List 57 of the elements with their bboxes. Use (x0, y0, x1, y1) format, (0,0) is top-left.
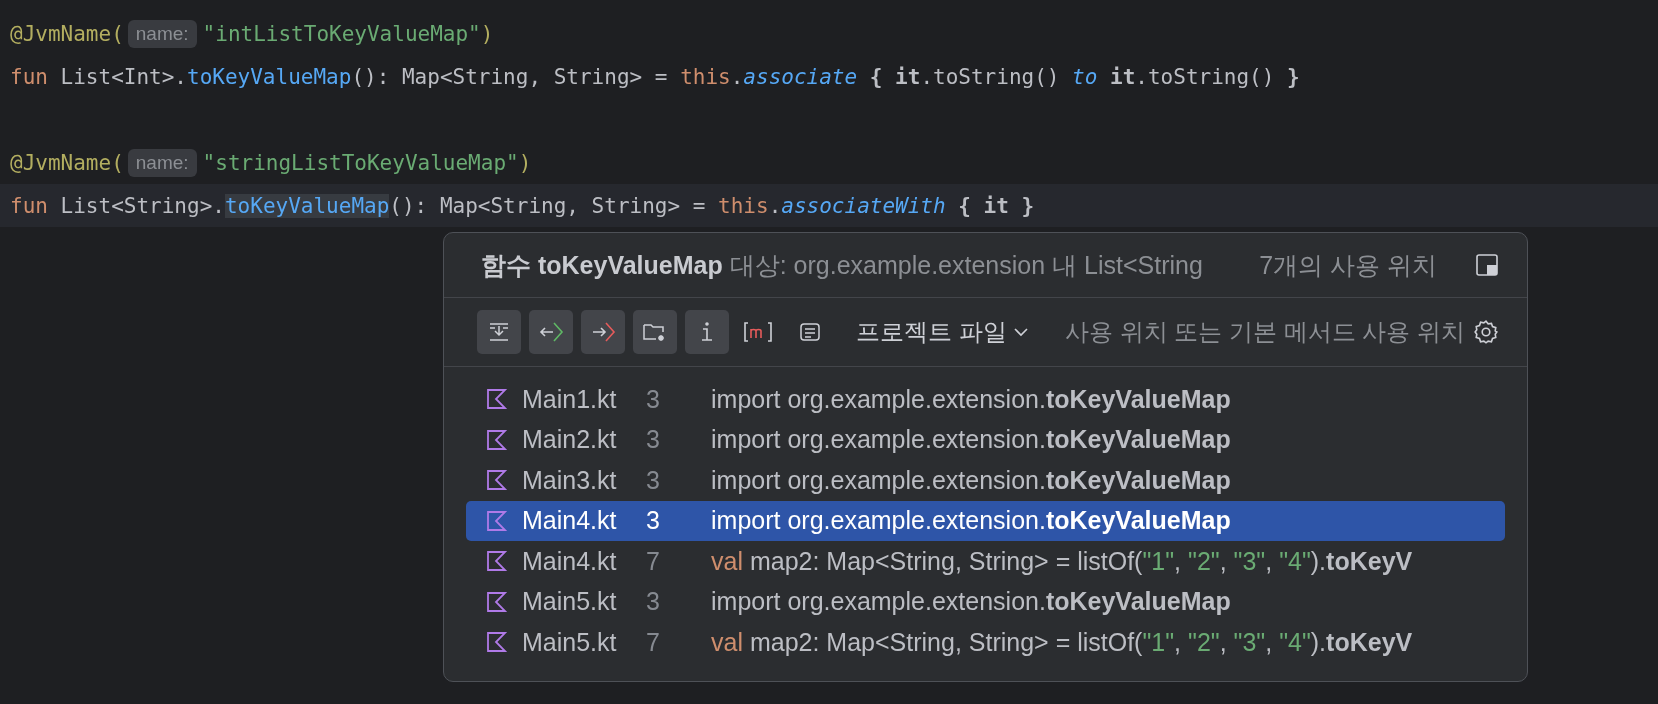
file-name: Main4.kt (522, 506, 618, 536)
usage-code: val map2: Map<String, String> = listOf("1", "2", "3", "4").toKeyV (711, 546, 1414, 576)
kotlin-file-icon (486, 469, 508, 492)
settings-icon[interactable] (1473, 319, 1500, 345)
line-number: 3 (646, 425, 661, 455)
scope-dropdown[interactable]: 프로젝트 파일 (856, 316, 1029, 348)
usage-code: import org.example.extension.toKeyValueMap (711, 425, 1232, 455)
toolbar-toggle[interactable] (632, 310, 677, 354)
line-number: 7 (646, 627, 661, 657)
usage-count: 7개의 사용 위치 (1259, 249, 1437, 281)
usage-row[interactable]: Main2.kt 3 import org.example.extension.toKeyValueMap (466, 419, 1505, 460)
kotlin-file-icon (486, 509, 508, 532)
kotlin-file-icon (486, 388, 508, 411)
line-number: 7 (646, 546, 661, 576)
file-name: Main3.kt (522, 465, 618, 495)
toolbar-toggle[interactable] (477, 310, 521, 354)
toolbar-toggle[interactable] (528, 310, 573, 354)
file-name: Main2.kt (522, 425, 618, 455)
code-text: fun List<Int>.toKeyValueMap(): Map<String, String> = this.associate { it.toString() to it.toString() } (10, 64, 1300, 89)
chevron-down-icon (1013, 327, 1029, 337)
kotlin-file-icon (486, 590, 508, 613)
code-text: @JvmName( (10, 150, 124, 175)
inlay-hint: name: (127, 19, 197, 48)
code-text: "intListToKeyValueMap") (202, 21, 494, 46)
line-number: 3 (646, 465, 661, 495)
line-number: 3 (646, 587, 661, 617)
pin-icon[interactable] (1475, 253, 1499, 277)
file-name: Main5.kt (522, 627, 618, 657)
kotlin-file-icon (486, 428, 508, 451)
code-text: fun List<String>.toKeyValueMap(): Map<String, String> = this.associateWith { it } (10, 193, 1035, 218)
code-text: "stringListToKeyValueMap") (202, 150, 532, 175)
usage-row[interactable]: Main4.kt 7 val map2: Map<String, String> = listOf("1", "2", "3", "4").toKeyV (466, 541, 1505, 582)
toolbar-toggle[interactable] (684, 310, 729, 354)
usage-row[interactable]: Main1.kt 3 import org.example.extension.toKeyValueMap (466, 379, 1505, 420)
usage-row[interactable]: Main4.kt 3 import org.example.extension.toKeyValueMap (466, 500, 1505, 541)
file-name: Main4.kt (522, 546, 618, 576)
kotlin-file-icon (486, 550, 508, 573)
list-icon (798, 320, 823, 344)
file-name: Main1.kt (522, 384, 618, 414)
usage-code: val map2: Map<String, String> = listOf("1", "2", "3", "4").toKeyV (711, 627, 1414, 657)
toolbar-toggle[interactable] (580, 310, 625, 354)
usage-row[interactable]: Main5.kt 7 val map2: Map<String, String> = listOf("1", "2", "3", "4").toKeyV (466, 622, 1505, 663)
line-number: 3 (646, 384, 661, 414)
usage-row[interactable]: Main5.kt 3 import org.example.extension.toKeyValueMap (466, 581, 1505, 622)
line-number: 3 (646, 506, 661, 536)
file-name: Main5.kt (522, 587, 618, 617)
usage-row[interactable]: Main3.kt 3 import org.example.extension.toKeyValueMap (466, 460, 1505, 501)
usage-code: import org.example.extension.toKeyValueMap (711, 587, 1232, 617)
kotlin-file-icon (486, 631, 508, 654)
popup-title: 함수 toKeyValueMap 대상: org.example.extension 내 List<String (481, 249, 1204, 281)
usage-code: import org.example.extension.toKeyValueMap (711, 506, 1232, 536)
usage-code: import org.example.extension.toKeyValueMap (711, 465, 1232, 495)
inlay-hint: name: (127, 148, 197, 177)
code-text: @JvmName( (10, 21, 124, 46)
method-icon (743, 320, 774, 344)
filter-label: 사용 위치 또는 기본 메서드 사용 위치 (1065, 317, 1466, 347)
usage-code: import org.example.extension.toKeyValueMap (711, 384, 1232, 414)
